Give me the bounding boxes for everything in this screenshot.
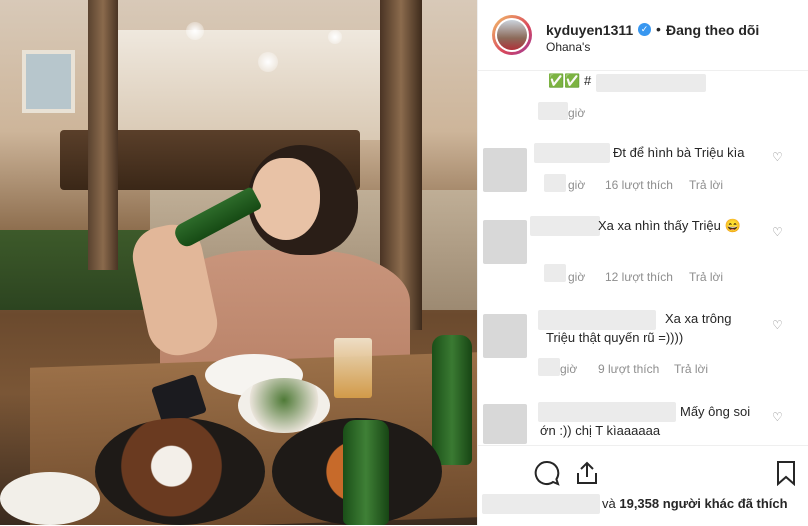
reply-button[interactable]: Trả lời xyxy=(674,362,708,376)
comment-time-blurred xyxy=(538,358,560,376)
commenter-avatar[interactable] xyxy=(483,314,527,358)
caption-blurred xyxy=(596,74,706,92)
comment-text-line2: ớn :)) chị T kìaaaaaa xyxy=(540,423,661,438)
photo-beer-glass xyxy=(334,338,372,398)
post-location[interactable]: Ohana's xyxy=(546,40,590,54)
reply-button[interactable]: Trả lời xyxy=(689,178,723,192)
photo-background-wall xyxy=(110,30,410,140)
post-photo[interactable] xyxy=(0,0,477,525)
heart-icon[interactable]: ♡ xyxy=(772,225,783,239)
avatar-image xyxy=(497,20,527,50)
post-header: kyduyen1311 ✓ • Đang theo dõi Ohana's xyxy=(478,0,808,71)
comment-icon[interactable] xyxy=(534,460,560,486)
photo-light xyxy=(328,30,342,44)
photo-beer-bottle xyxy=(432,335,472,465)
commenter-name[interactable] xyxy=(534,143,610,163)
avatar[interactable] xyxy=(492,15,532,55)
photo-window xyxy=(22,50,75,113)
comment-likes[interactable]: 9 lượt thích xyxy=(598,362,659,376)
follow-status-button[interactable]: Đang theo dõi xyxy=(666,22,759,38)
comment-text: Xa xa nhìn thấy Triệu 😄 xyxy=(598,218,741,233)
likes-prefix: và xyxy=(602,496,616,511)
comment-time[interactable]: giờ xyxy=(568,270,585,284)
comment-time-blurred xyxy=(544,264,566,282)
commenter-name[interactable] xyxy=(538,402,676,422)
commenter-avatar[interactable] xyxy=(483,148,527,192)
heart-icon[interactable]: ♡ xyxy=(772,318,783,332)
share-icon[interactable] xyxy=(574,460,600,486)
photo-dish xyxy=(95,418,265,525)
likes-suffix: người khác đã thích xyxy=(662,496,788,511)
commenter-avatar[interactable] xyxy=(483,220,527,264)
verified-icon: ✓ xyxy=(638,23,651,36)
bookmark-icon[interactable] xyxy=(775,460,797,486)
comment-likes[interactable]: 16 lượt thích xyxy=(605,178,673,192)
comment-time[interactable]: giờ xyxy=(560,362,577,376)
comment-text-line2: Triệu thật quyến rũ =)))) xyxy=(546,330,684,345)
photo-woman-face xyxy=(252,158,320,240)
commenter-avatar[interactable] xyxy=(483,404,527,444)
comment-text-line1: Xa xa trông xyxy=(665,311,732,326)
likes-summary[interactable]: và 19,358 người khác đã thích xyxy=(602,496,788,511)
author-username[interactable]: kyduyen1311 xyxy=(546,22,633,38)
comment-text: Đt để hình bà Triệu kìa xyxy=(613,145,745,160)
caption-time-blurred xyxy=(538,102,568,120)
post-action-bar: và 19,358 người khác đã thích xyxy=(478,445,808,526)
photo-beer-bottle xyxy=(343,420,389,525)
heart-icon[interactable]: ♡ xyxy=(772,150,783,164)
reply-button[interactable]: Trả lời xyxy=(689,270,723,284)
photo-palm-trunk-left xyxy=(88,0,118,270)
avatar-ring xyxy=(495,18,529,52)
post-side-panel: kyduyen1311 ✓ • Đang theo dõi Ohana's ✅✅… xyxy=(477,0,808,526)
comment-text-line1: Mấy ông soi xyxy=(680,404,751,419)
comment-time-blurred xyxy=(544,174,566,192)
likes-count: 19,358 xyxy=(619,496,660,511)
comment-time[interactable]: giờ xyxy=(568,178,585,192)
separator-dot: • xyxy=(656,21,661,37)
photo-light xyxy=(258,52,278,72)
photo-light xyxy=(186,22,204,40)
liker-name-blurred[interactable] xyxy=(482,494,600,514)
caption-time: giờ xyxy=(568,106,586,120)
comment-likes[interactable]: 12 lượt thích xyxy=(605,270,673,284)
caption-text: ✅✅ # xyxy=(548,73,592,88)
commenter-name[interactable] xyxy=(538,310,656,330)
photo-plate xyxy=(0,472,100,525)
commenter-name[interactable] xyxy=(530,216,600,236)
heart-icon[interactable]: ♡ xyxy=(772,410,783,424)
